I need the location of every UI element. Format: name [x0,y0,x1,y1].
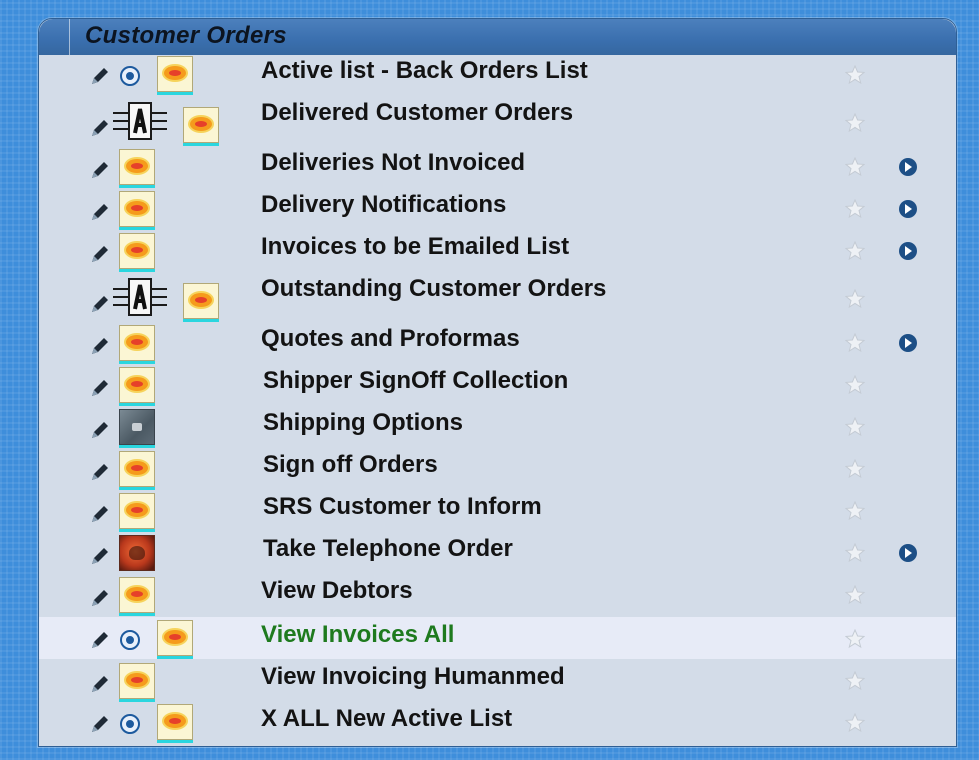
star-icon[interactable] [844,670,866,691]
star-icon[interactable] [844,156,866,177]
pencil-icon[interactable] [89,65,111,87]
item-label[interactable]: View Invoices All [261,621,454,649]
report-icon[interactable] [119,191,155,227]
pencil-icon[interactable] [89,243,111,265]
item-label[interactable]: Delivered Customer Orders [261,99,573,127]
report-icon[interactable] [157,620,193,656]
item-label[interactable]: Quotes and Proformas [261,325,520,353]
report-icon[interactable] [119,663,155,699]
pencil-icon[interactable] [89,461,111,483]
report-icon[interactable] [119,577,155,613]
report-icon[interactable] [119,367,155,403]
star-icon[interactable] [844,584,866,605]
item-label[interactable]: Invoices to be Emailed List [261,233,569,261]
star-icon[interactable] [844,458,866,479]
pencil-icon[interactable] [89,419,111,441]
report-icon[interactable] [119,493,155,529]
report-icon[interactable] [183,107,219,143]
star-icon[interactable] [844,198,866,219]
star-icon[interactable] [844,416,866,437]
panel-header: Customer Orders [39,19,956,55]
header-divider [69,19,70,55]
list-item[interactable]: Active list - Back Orders List [39,53,956,95]
star-icon[interactable] [844,712,866,733]
item-label[interactable]: View Invoicing Humanmed [261,663,565,691]
report-icon[interactable] [119,149,155,185]
automation-chip-icon[interactable] [109,99,171,143]
star-icon[interactable] [844,288,866,309]
item-label[interactable]: Shipping Options [263,409,463,437]
shipping-icon[interactable] [119,409,155,445]
list-item[interactable]: View Invoices All [39,617,956,659]
report-icon[interactable] [119,451,155,487]
star-icon[interactable] [844,64,866,85]
item-label[interactable]: Sign off Orders [263,451,438,479]
list-item[interactable]: Outstanding Customer Orders [39,271,956,321]
star-icon[interactable] [844,500,866,521]
list-item[interactable]: Shipping Options [39,405,956,447]
pencil-icon[interactable] [89,117,111,139]
list-item[interactable]: View Invoicing Humanmed [39,659,956,701]
telephone-icon[interactable] [119,535,155,571]
panel-title: Customer Orders [85,22,287,49]
item-label[interactable]: Deliveries Not Invoiced [261,149,525,177]
star-icon[interactable] [844,628,866,649]
pencil-icon[interactable] [89,629,111,651]
list-item[interactable]: X ALL New Active List [39,701,956,743]
pencil-icon[interactable] [89,545,111,567]
list-item[interactable]: Delivered Customer Orders [39,95,956,145]
go-arrow-icon[interactable] [897,240,919,262]
list-item[interactable]: Deliveries Not Invoiced [39,145,956,187]
item-label[interactable]: Outstanding Customer Orders [261,275,606,303]
item-label[interactable]: SRS Customer to Inform [263,493,542,521]
eye-circle-icon[interactable] [119,65,141,87]
pencil-icon[interactable] [89,673,111,695]
item-label[interactable]: X ALL New Active List [261,705,512,733]
pencil-icon[interactable] [89,293,111,315]
list-item[interactable]: SRS Customer to Inform [39,489,956,531]
pencil-icon[interactable] [89,377,111,399]
report-icon[interactable] [119,233,155,269]
list-item[interactable]: Sign off Orders [39,447,956,489]
customer-orders-panel: Customer Orders Active list - Back Order… [38,18,957,747]
list-item[interactable]: View Debtors [39,573,956,615]
go-arrow-icon[interactable] [897,542,919,564]
list-item[interactable]: Shipper SignOff Collection [39,363,956,405]
report-icon[interactable] [157,56,193,92]
item-label[interactable]: View Debtors [261,577,413,605]
pencil-icon[interactable] [89,587,111,609]
item-label[interactable]: Take Telephone Order [263,535,513,563]
star-icon[interactable] [844,112,866,133]
list-item[interactable]: Quotes and Proformas [39,321,956,363]
star-icon[interactable] [844,374,866,395]
report-icon[interactable] [119,325,155,361]
pencil-icon[interactable] [89,503,111,525]
automation-chip-icon[interactable] [109,275,171,319]
pencil-icon[interactable] [89,201,111,223]
item-label[interactable]: Active list - Back Orders List [261,57,588,85]
go-arrow-icon[interactable] [897,332,919,354]
go-arrow-icon[interactable] [897,198,919,220]
report-icon[interactable] [183,283,219,319]
eye-circle-icon[interactable] [119,713,141,735]
pencil-icon[interactable] [89,713,111,735]
report-icon[interactable] [157,704,193,740]
pencil-icon[interactable] [89,159,111,181]
item-label[interactable]: Delivery Notifications [261,191,506,219]
eye-circle-icon[interactable] [119,629,141,651]
list-item[interactable]: Delivery Notifications [39,187,956,229]
list-item[interactable]: Take Telephone Order [39,531,956,573]
item-label[interactable]: Shipper SignOff Collection [263,367,568,395]
list-item[interactable]: Invoices to be Emailed List [39,229,956,271]
star-icon[interactable] [844,542,866,563]
star-icon[interactable] [844,332,866,353]
pencil-icon[interactable] [89,335,111,357]
star-icon[interactable] [844,240,866,261]
go-arrow-icon[interactable] [897,156,919,178]
